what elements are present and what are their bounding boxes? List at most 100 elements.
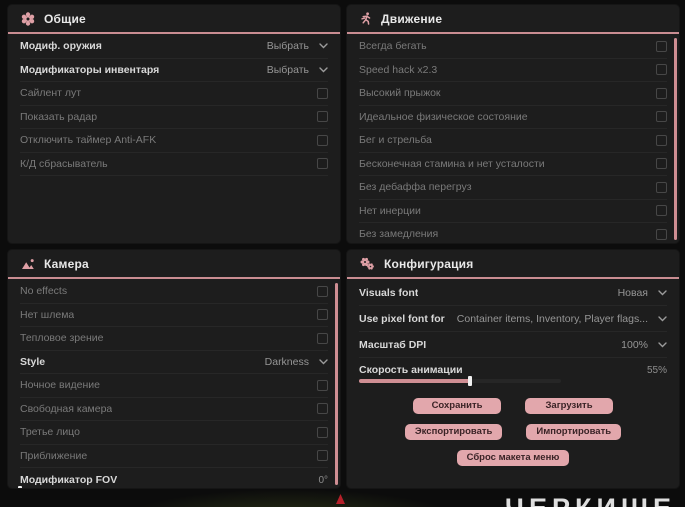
settings-row-dropdown[interactable]: Модиф. оружия Выбрать: [20, 35, 328, 59]
checkbox[interactable]: [317, 309, 328, 321]
button-row: Сохранить Загрузить: [413, 398, 613, 414]
background-glow: [110, 489, 470, 507]
panel-general-header: Общие: [8, 5, 340, 34]
dropdown[interactable]: Darkness: [265, 356, 328, 368]
panel-movement-body: Всегда бегать Speed hack x2.3 Высокий прыж…: [347, 34, 679, 243]
row-label: Тепловое зрение: [20, 332, 104, 345]
panel-movement: Движение Всегда бегать Speed hack x2.3 Выс…: [347, 5, 679, 243]
settings-row-checkbox[interactable]: Отключить таймер Anti-AFK: [20, 129, 328, 153]
dropdown[interactable]: Новая: [618, 287, 667, 299]
checkbox[interactable]: [317, 134, 328, 146]
scrollbar[interactable]: [674, 38, 677, 240]
slider-label-row: Скорость анимации 55%: [359, 364, 667, 376]
checkbox[interactable]: [656, 181, 667, 193]
row-label: Нет инерции: [359, 204, 421, 217]
save-button[interactable]: Сохранить: [413, 398, 501, 414]
settings-row-checkbox[interactable]: Нет инерции: [359, 200, 667, 223]
settings-row-dropdown[interactable]: Visuals font Новая: [359, 280, 667, 306]
checkbox[interactable]: [317, 332, 328, 344]
panel-camera: Камера No effects Нет шлема Тепловое зрени…: [8, 250, 340, 488]
settings-row-dropdown[interactable]: Style Darkness: [20, 351, 328, 374]
panel-camera-header: Камера: [8, 250, 340, 279]
chevron-down-icon: [319, 359, 328, 365]
import-button[interactable]: Импортировать: [526, 424, 622, 440]
checkbox[interactable]: [317, 285, 328, 297]
settings-row-checkbox[interactable]: Ночное видение: [20, 374, 328, 398]
picture-icon: [21, 258, 35, 270]
row-label: Style: [20, 355, 46, 368]
export-button[interactable]: Экспортировать: [404, 424, 503, 440]
panel-general-body: Модиф. оружия Выбрать Модификаторы инвента…: [8, 34, 340, 176]
row-label: Модиф. оружия: [20, 40, 102, 53]
settings-row-checkbox[interactable]: No effects: [20, 280, 328, 304]
dropdown-value: Darkness: [264, 355, 309, 368]
checkbox[interactable]: [317, 379, 328, 391]
slider-handle[interactable]: [18, 486, 22, 488]
dropdown[interactable]: 100%: [621, 339, 667, 351]
row-label: Высокий прыжок: [359, 87, 441, 100]
row-label: Модификаторы инвентаря: [20, 63, 160, 76]
flower-gear-icon: [21, 11, 35, 26]
checkbox[interactable]: [317, 450, 328, 462]
checkbox[interactable]: [656, 111, 667, 123]
settings-row-checkbox[interactable]: Бег и стрельба: [359, 129, 667, 153]
row-label: Бесконечная стамина и нет усталости: [359, 157, 545, 170]
settings-row-checkbox[interactable]: Бесконечная стамина и нет усталости: [359, 153, 667, 176]
checkbox[interactable]: [317, 87, 328, 99]
row-label: Идеальное физическое состояние: [359, 110, 528, 123]
settings-row-checkbox[interactable]: Показать радар: [20, 106, 328, 129]
settings-row-checkbox[interactable]: Высокий прыжок: [359, 82, 667, 106]
row-label: No effects: [20, 285, 68, 298]
dropdown[interactable]: Выбрать: [267, 64, 328, 76]
settings-row-checkbox[interactable]: К/Д сбрасыватель: [20, 153, 328, 176]
checkbox[interactable]: [656, 87, 667, 99]
settings-row-slider: Скорость анимации 55%: [359, 358, 667, 389]
settings-row-checkbox[interactable]: Свободная камера: [20, 398, 328, 421]
chevron-down-icon: [658, 315, 667, 322]
row-label: Speed hack x2.3: [359, 63, 438, 76]
panel-config-header: Конфигурация: [347, 250, 679, 279]
checkbox[interactable]: [656, 134, 667, 146]
settings-row-checkbox[interactable]: Сайлент лут: [20, 82, 328, 106]
checkbox[interactable]: [317, 403, 328, 415]
dropdown[interactable]: Выбрать: [267, 40, 328, 52]
row-label: Отключить таймер Anti-AFK: [20, 134, 157, 147]
dropdown-value: Выбрать: [266, 40, 309, 53]
settings-row-checkbox[interactable]: Всегда бегать: [359, 35, 667, 59]
checkbox[interactable]: [656, 64, 667, 76]
scrollbar[interactable]: [335, 283, 338, 485]
checkbox[interactable]: [656, 228, 667, 240]
settings-row-checkbox[interactable]: Приближение: [20, 445, 328, 468]
reset-menu-layout-button[interactable]: Сброс макета меню: [456, 450, 570, 466]
settings-row-dropdown[interactable]: Масштаб DPI 100%: [359, 332, 667, 358]
checkbox[interactable]: [317, 426, 328, 438]
settings-row-dropdown[interactable]: Модификаторы инвентаря Выбрать: [20, 59, 328, 82]
settings-row-checkbox[interactable]: Без дебаффа перегруз: [359, 176, 667, 200]
settings-row-checkbox[interactable]: Идеальное физическое состояние: [359, 106, 667, 129]
runner-icon: [360, 12, 372, 25]
load-button[interactable]: Загрузить: [525, 398, 613, 414]
checkbox[interactable]: [656, 205, 667, 217]
row-label: Скорость анимации: [359, 364, 463, 376]
row-label: Нет шлема: [20, 308, 75, 321]
checkbox[interactable]: [317, 158, 328, 170]
slider-value: 0°: [318, 474, 328, 486]
panel-title: Камера: [44, 256, 89, 271]
chevron-down-icon: [319, 43, 328, 49]
checkbox[interactable]: [656, 40, 667, 52]
panel-title: Движение: [381, 11, 443, 26]
settings-row-checkbox[interactable]: Третье лицо: [20, 421, 328, 445]
slider-track[interactable]: [359, 376, 561, 386]
checkbox[interactable]: [656, 158, 667, 170]
panel-general: Общие Модиф. оружия Выбрать Модификаторы и…: [8, 5, 340, 243]
settings-row-checkbox[interactable]: Нет шлема: [20, 304, 328, 327]
slider-value: 55%: [646, 364, 667, 376]
settings-row-dropdown[interactable]: Use pixel font for Container items, Inven…: [359, 306, 667, 332]
dropdown[interactable]: Container items, Inventory, Player flags…: [457, 313, 667, 325]
panel-title: Общие: [44, 11, 86, 26]
slider-handle[interactable]: [468, 376, 473, 386]
settings-row-checkbox[interactable]: Тепловое зрение: [20, 327, 328, 351]
checkbox[interactable]: [317, 111, 328, 123]
settings-row-checkbox[interactable]: Без замедления: [359, 223, 667, 243]
settings-row-checkbox[interactable]: Speed hack x2.3: [359, 59, 667, 82]
